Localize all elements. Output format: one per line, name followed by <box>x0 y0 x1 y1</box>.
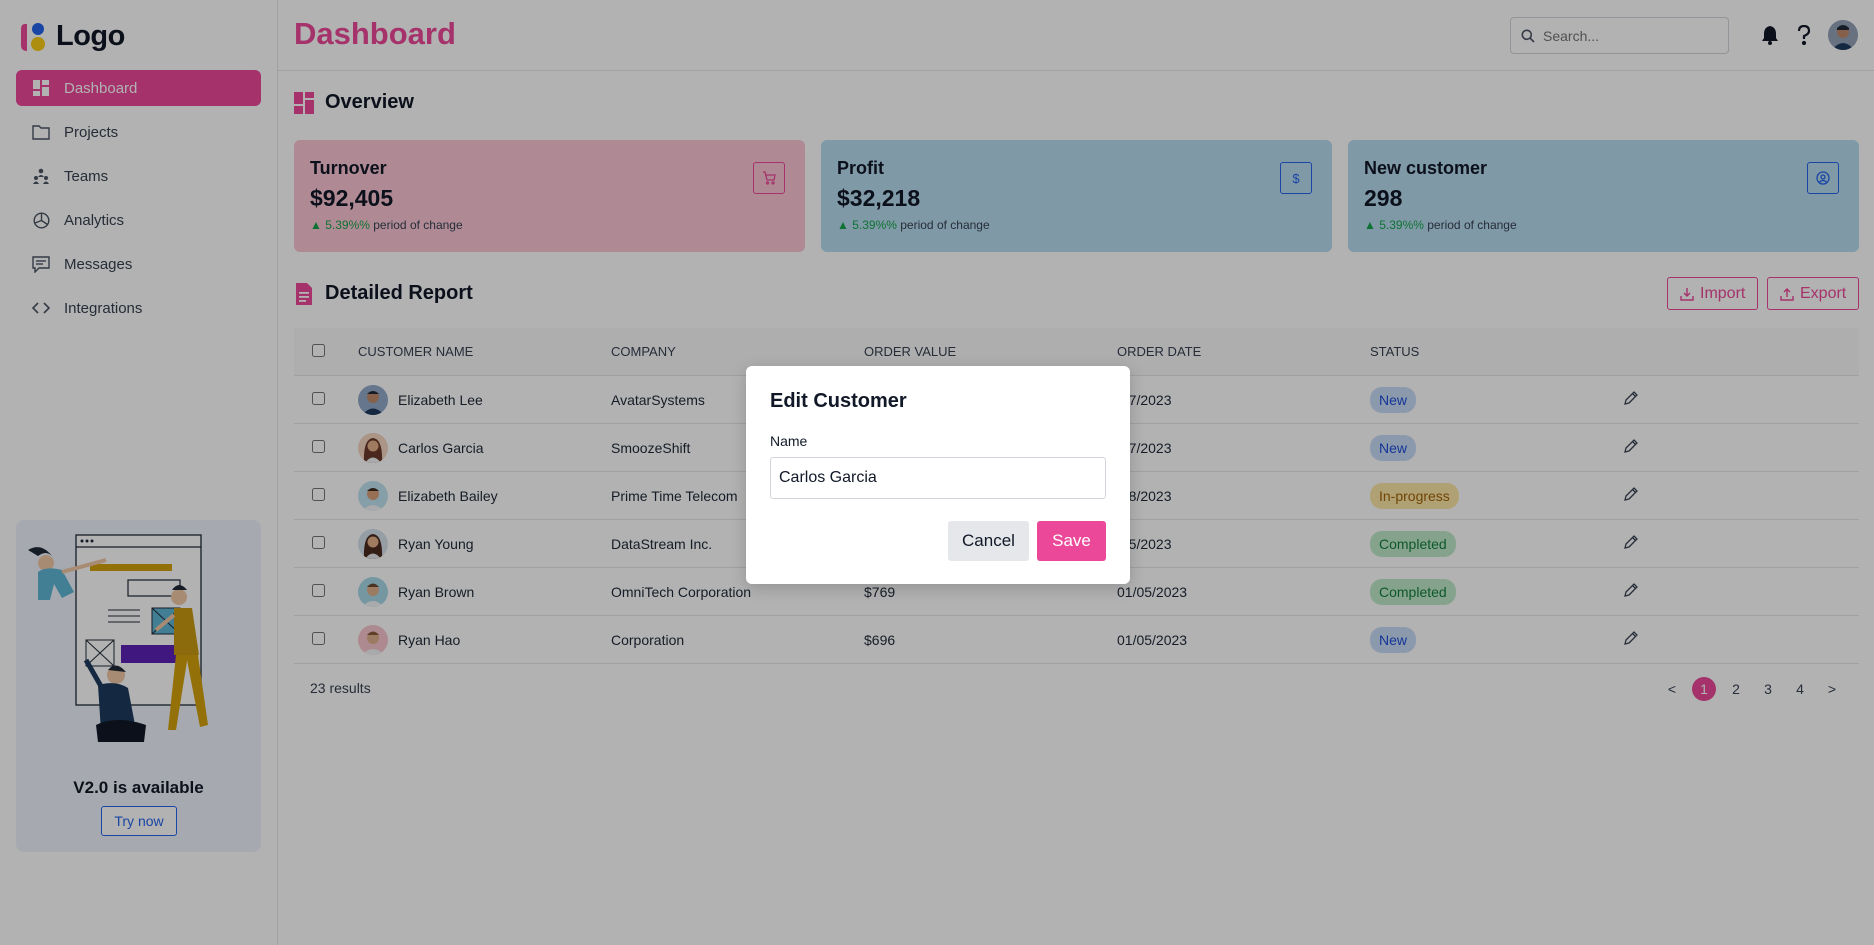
dialog-actions: Cancel Save <box>948 521 1106 561</box>
dialog-title: Edit Customer <box>770 390 907 412</box>
save-button[interactable]: Save <box>1037 521 1106 561</box>
name-label: Name <box>770 433 808 449</box>
cancel-button[interactable]: Cancel <box>948 521 1029 561</box>
edit-customer-dialog: Edit Customer Name Cancel Save <box>746 366 1130 584</box>
name-field[interactable] <box>770 457 1106 499</box>
